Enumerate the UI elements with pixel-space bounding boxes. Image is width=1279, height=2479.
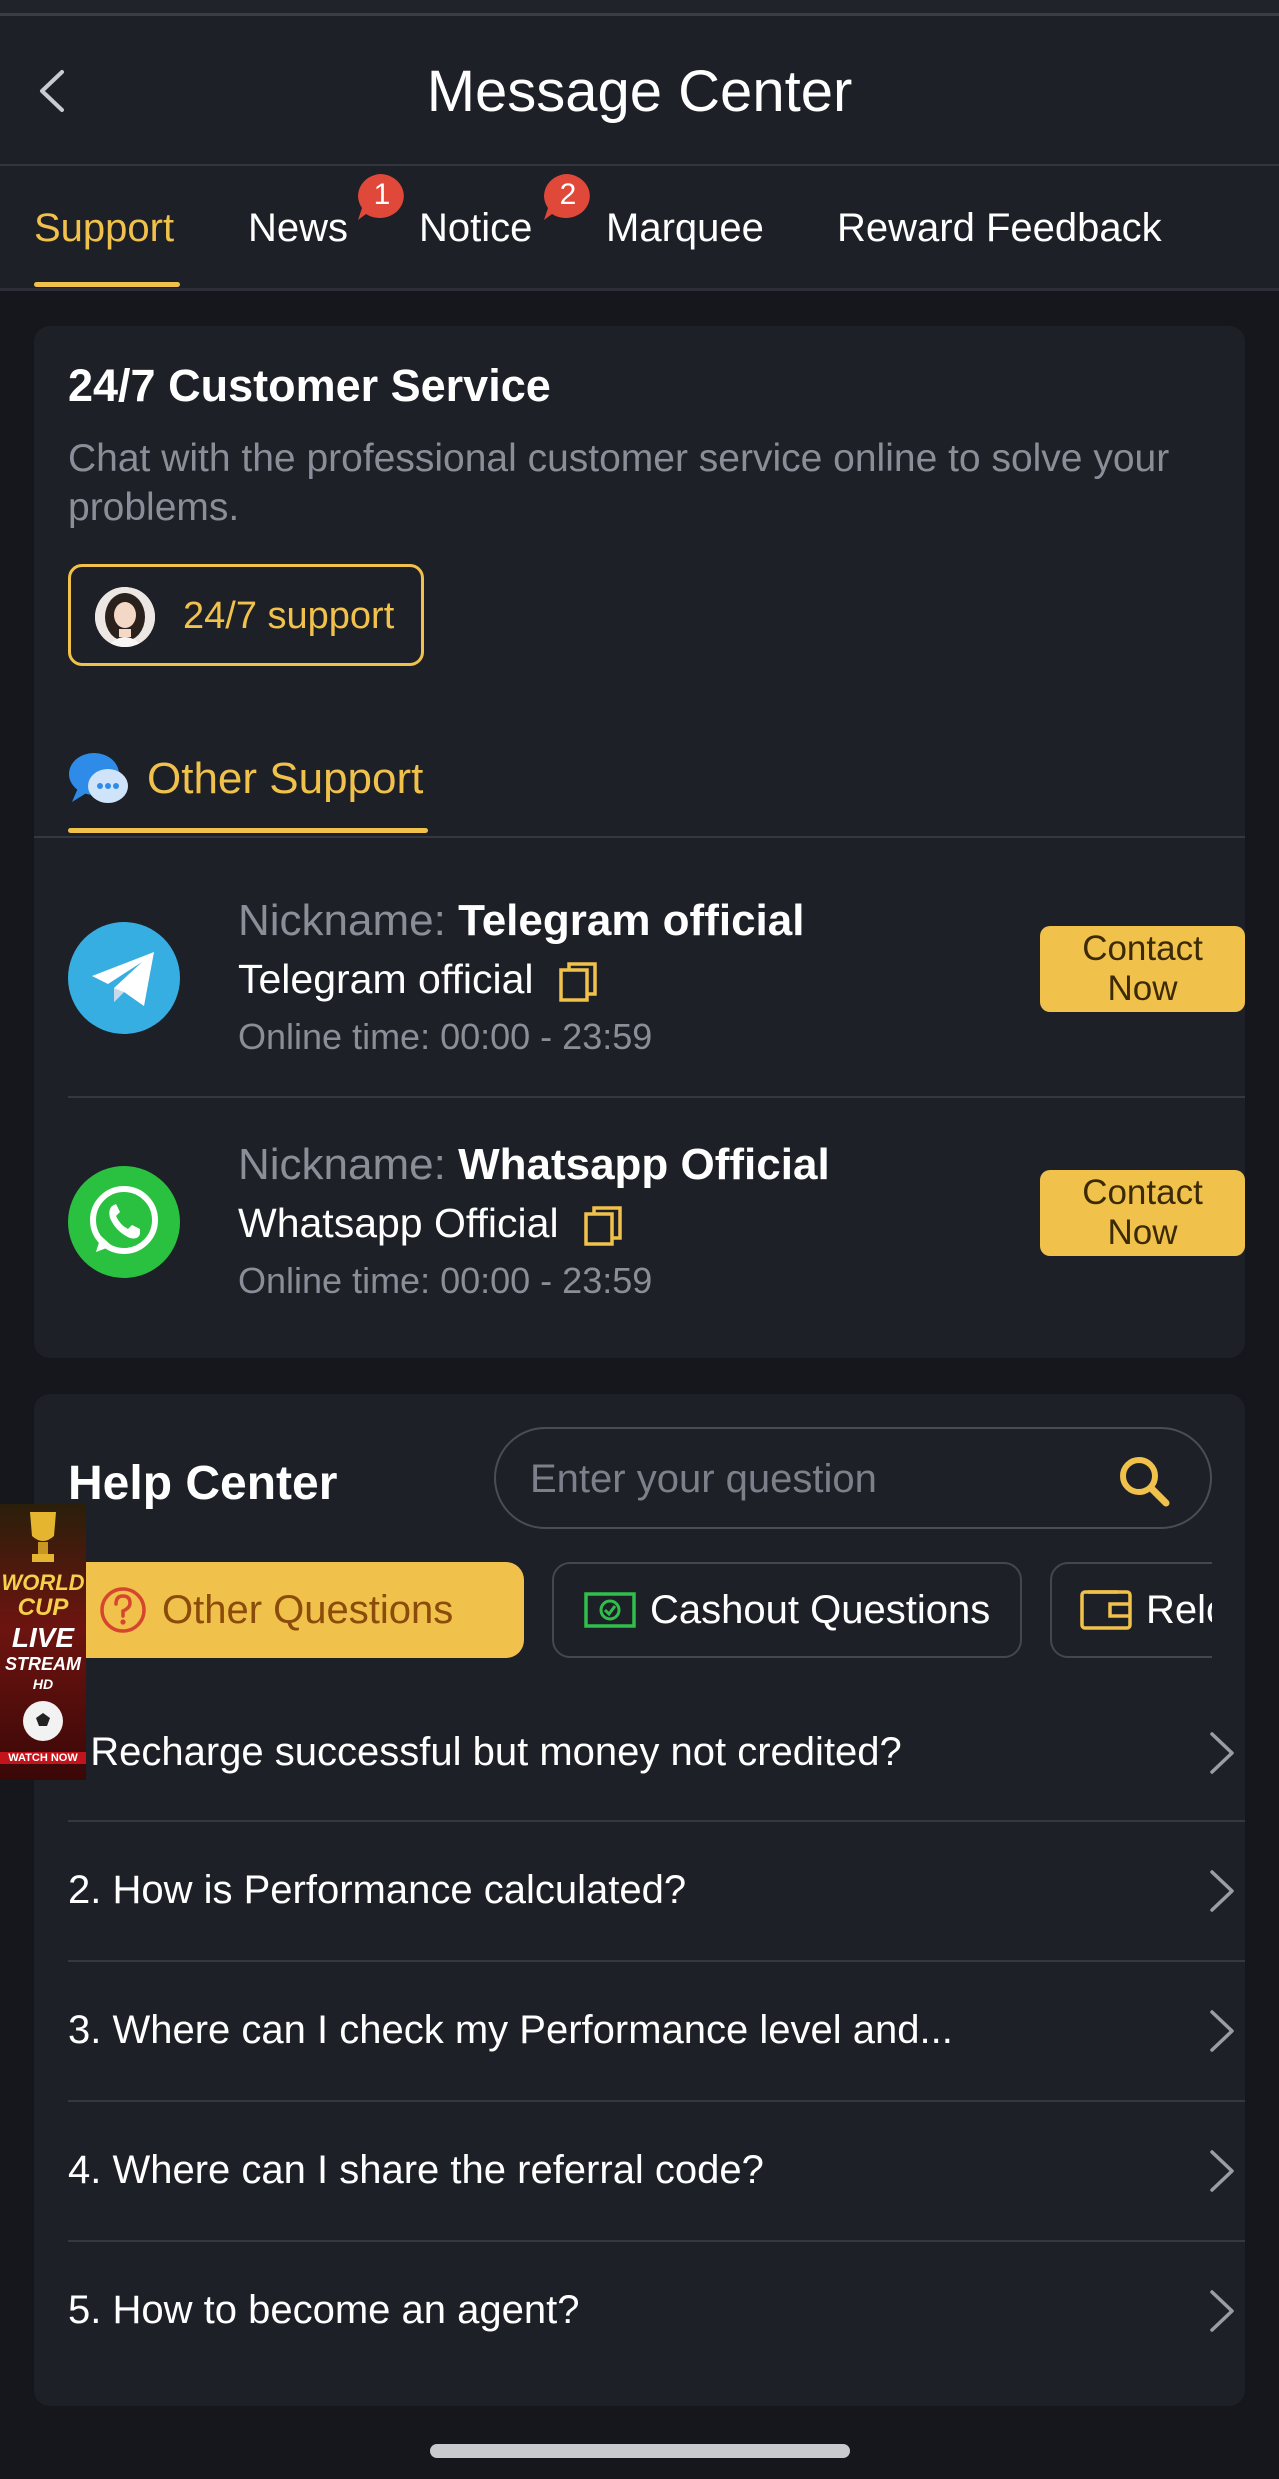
notice-badge: 2 (540, 172, 596, 222)
telegram-account: Telegram official (238, 956, 534, 1002)
telegram-icon (68, 922, 180, 1034)
whatsapp-account: Whatsapp Official (238, 1200, 559, 1246)
promo-line: CUP (17, 1594, 69, 1621)
chat-bubbles-icon (69, 753, 128, 803)
chevron-right-icon (1210, 2010, 1234, 2052)
news-badge: 1 (354, 172, 410, 222)
copy-icon[interactable] (559, 962, 597, 1002)
question-text: 3. Where can I check my Performance leve… (68, 2008, 953, 2052)
notice-badge-count: 2 (559, 178, 577, 211)
question-text: 4. Where can I share the referral code? (68, 2148, 764, 2192)
agent-avatar (95, 587, 155, 647)
page-title: Message Center (426, 59, 853, 124)
tab-reward-feedback[interactable]: Reward Feedback (837, 206, 1162, 251)
wallet-icon (1080, 1590, 1132, 1630)
contact-row-whatsapp: Nickname: Whatsapp Official Whatsapp Off… (68, 1082, 1245, 1312)
category-label: Other Questions (162, 1587, 454, 1632)
telegram-online-time: Online time: 00:00 - 23:59 (238, 1016, 652, 1058)
promo-watch-now: WATCH NOW (0, 1752, 86, 1764)
telegram-account-line: Telegram official (238, 956, 597, 1003)
question-text: 2. How is Performance calculated? (68, 1868, 687, 1912)
online-time-value: 00:00 - 23:59 (440, 1016, 653, 1057)
online-time-label: Online time: (238, 1260, 431, 1301)
promo-line: STREAM (5, 1654, 81, 1674)
chevron-right-icon (1210, 1732, 1234, 1774)
promo-line: HD (32, 1676, 54, 1692)
other-support-title: Other Support (147, 754, 424, 803)
whatsapp-contact-now-button[interactable]: Contact Now (1040, 1170, 1245, 1256)
question-mark-icon (100, 1587, 146, 1633)
whatsapp-online-time: Online time: 00:00 - 23:59 (238, 1260, 652, 1302)
question-search-input[interactable] (528, 1447, 1092, 1511)
whatsapp-account-line: Whatsapp Official (238, 1200, 622, 1247)
question-item-3[interactable]: 3. Where can I check my Performance leve… (68, 1962, 1245, 2100)
contact-row-telegram: Nickname: Telegram official Telegram off… (68, 838, 1245, 1068)
whatsapp-nickname-line: Nickname: Whatsapp Official (238, 1140, 830, 1190)
question-item-1[interactable]: . Recharge successful but money not cred… (68, 1684, 1245, 1822)
question-item-5[interactable]: 5. How to become an agent? (68, 2242, 1245, 2380)
other-support-indicator (68, 828, 428, 833)
tab-news[interactable]: News (248, 206, 348, 251)
help-center-title: Help Center (68, 1457, 338, 1510)
telegram-nickname: Telegram official (458, 896, 805, 945)
nickname-label: Nickname: (238, 896, 446, 945)
help-center-card: Help Center Other Questions Cashout Ques… (34, 1394, 1245, 2406)
promo-line: WORLD (1, 1570, 85, 1595)
customer-service-description: Chat with the professional customer serv… (68, 437, 1170, 529)
nickname-label: Nickname: (238, 1140, 446, 1189)
copy-icon[interactable] (584, 1206, 622, 1246)
question-category-tabs: Other Questions Cashout Questions Reloa (68, 1562, 1212, 1662)
tab-support[interactable]: Support (34, 206, 174, 251)
question-item-2[interactable]: 2. How is Performance calculated? (68, 1822, 1245, 1960)
telegram-nickname-line: Nickname: Telegram official (238, 896, 804, 946)
question-search-box (494, 1427, 1212, 1529)
chevron-right-icon (1210, 2150, 1234, 2192)
tab-bar: Support News 1 Notice 2 Marquee Reward F… (0, 166, 1279, 291)
chevron-right-icon (1210, 2290, 1234, 2332)
telegram-contact-now-button[interactable]: Contact Now (1040, 926, 1245, 1012)
question-text: . Recharge successful but money not cred… (68, 1730, 902, 1774)
category-other-questions[interactable]: Other Questions (68, 1562, 524, 1658)
online-time-value: 00:00 - 23:59 (440, 1260, 653, 1301)
home-indicator (430, 2444, 850, 2458)
whatsapp-icon (68, 1166, 180, 1278)
news-badge-count: 1 (373, 178, 391, 211)
soccer-ball-icon (23, 1701, 63, 1741)
category-reload-questions[interactable]: Reloa (1050, 1562, 1212, 1658)
tab-notice[interactable]: Notice (419, 206, 532, 251)
tab-marquee[interactable]: Marquee (606, 206, 764, 251)
promo-line: LIVE (11, 1622, 75, 1653)
category-cashout-questions[interactable]: Cashout Questions (552, 1562, 1022, 1658)
question-item-4[interactable]: 4. Where can I share the referral code? (68, 2102, 1245, 2240)
chevron-right-icon (1210, 1870, 1234, 1912)
search-icon[interactable] (1116, 1453, 1172, 1509)
support-button-label: 24/7 support (183, 595, 395, 637)
customer-service-card: 24/7 Customer Service Chat with the prof… (34, 326, 1245, 1358)
active-tab-indicator (34, 282, 180, 287)
world-cup-live-stream-promo[interactable]: WORLD CUP LIVE STREAM HD WATCH NOW (0, 1504, 86, 1780)
cash-icon (584, 1592, 636, 1628)
category-label: Reloa (1146, 1587, 1212, 1632)
question-text: 5. How to become an agent? (68, 2288, 580, 2332)
status-bar-edge (0, 0, 1279, 16)
trophy-icon (30, 1512, 56, 1562)
support-24-7-button[interactable]: 24/7 support (68, 564, 424, 666)
online-time-label: Online time: (238, 1016, 431, 1057)
whatsapp-nickname: Whatsapp Official (458, 1140, 830, 1189)
header-bar: Message Center (0, 16, 1279, 166)
category-label: Cashout Questions (650, 1587, 991, 1632)
customer-service-title: 24/7 Customer Service (68, 360, 551, 411)
